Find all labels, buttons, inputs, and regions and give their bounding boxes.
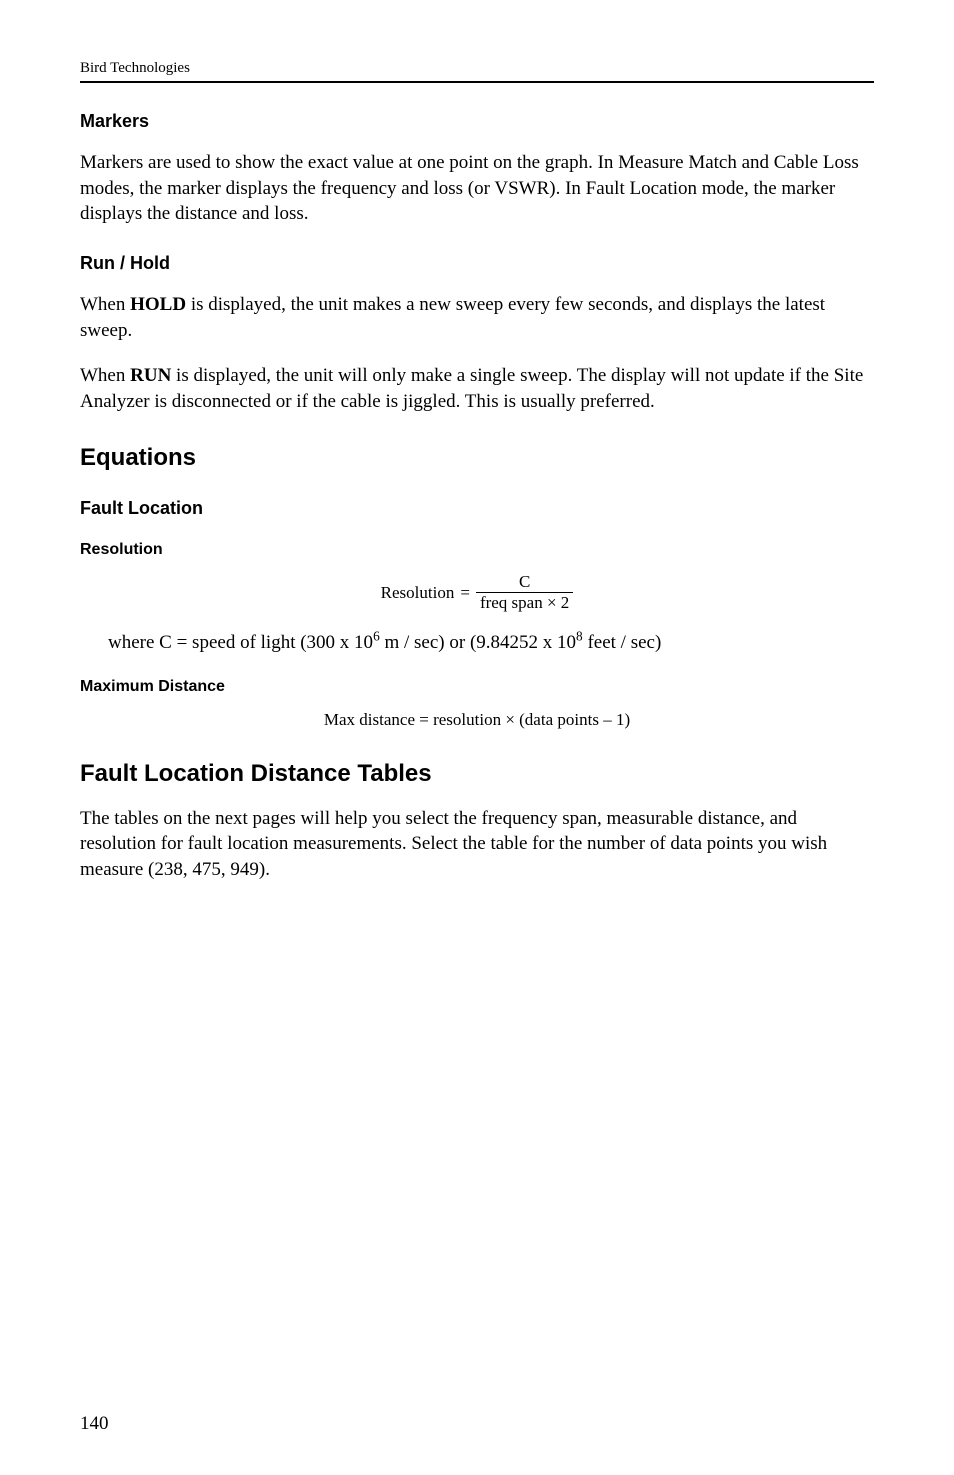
hold-label: HOLD bbox=[130, 294, 186, 315]
page-header: Bird Technologies bbox=[80, 60, 874, 83]
markers-heading: Markers bbox=[80, 111, 874, 132]
eq-lhs: Resolution bbox=[381, 583, 455, 603]
eq-numerator: C bbox=[515, 573, 534, 592]
runhold-heading: Run / Hold bbox=[80, 253, 874, 274]
text: m / sec) or (9.84252 x 10 bbox=[380, 632, 576, 653]
max-distance-equation: Max distance = resolution × (data points… bbox=[80, 710, 874, 730]
tables-heading: Fault Location Distance Tables bbox=[80, 760, 874, 788]
runhold-p2: When RUN is displayed, the unit will onl… bbox=[80, 363, 874, 414]
text: is displayed, the unit makes a new sweep… bbox=[80, 294, 825, 341]
run-label: RUN bbox=[130, 365, 171, 386]
exponent: 6 bbox=[373, 629, 380, 644]
exponent: 8 bbox=[576, 629, 583, 644]
resolution-equation: Resolution = C freq span × 2 bbox=[80, 573, 874, 612]
fault-location-heading: Fault Location bbox=[80, 498, 874, 519]
text: is displayed, the unit will only make a … bbox=[80, 365, 863, 412]
runhold-p1: When HOLD is displayed, the unit makes a… bbox=[80, 292, 874, 343]
resolution-heading: Resolution bbox=[80, 541, 874, 559]
speed-of-light-note: where C = speed of light (300 x 106 m / … bbox=[108, 630, 874, 656]
text: When bbox=[80, 365, 130, 386]
markers-paragraph: Markers are used to show the exact value… bbox=[80, 150, 874, 227]
text: When bbox=[80, 294, 130, 315]
max-distance-heading: Maximum Distance bbox=[80, 678, 874, 696]
eq-fraction: C freq span × 2 bbox=[476, 573, 573, 612]
text: where C = speed of light (300 x 10 bbox=[108, 632, 373, 653]
eq-sign: = bbox=[460, 583, 470, 603]
page-number: 140 bbox=[80, 1413, 109, 1435]
text: feet / sec) bbox=[583, 632, 662, 653]
eq-denominator: freq span × 2 bbox=[476, 592, 573, 612]
equations-heading: Equations bbox=[80, 444, 874, 472]
tables-paragraph: The tables on the next pages will help y… bbox=[80, 806, 874, 883]
